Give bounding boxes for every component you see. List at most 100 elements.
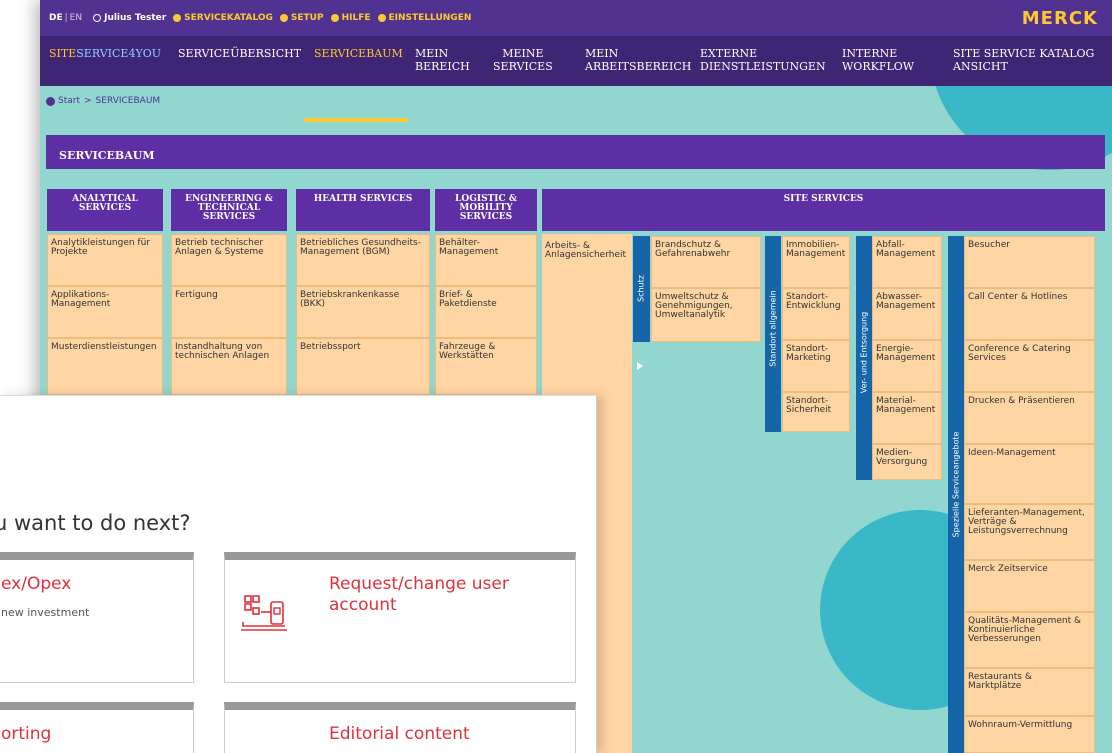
page-title: SERVICEBAUM xyxy=(46,135,1105,169)
gear-icon xyxy=(279,14,288,22)
service-cell[interactable]: Merck Zeitservice xyxy=(964,560,1095,612)
brand-service4you: SERVICE4YOU xyxy=(76,47,161,60)
service-cell[interactable]: Restaurants & Marktplätze xyxy=(964,668,1095,716)
next-action-heading: u want to do next? xyxy=(0,511,191,535)
breadcrumb-separator: > xyxy=(84,96,92,106)
service-cell[interactable]: Standort- Marketing xyxy=(782,340,850,392)
category-bar-standort: Standort allgemein xyxy=(765,236,781,432)
link-servicekatalog[interactable]: SERVICEKATALOG xyxy=(173,13,273,23)
service-cell[interactable]: Betrieb technischer Anlagen & Systeme xyxy=(171,234,287,286)
card-title: Request/change user account xyxy=(329,574,509,615)
user-name: Julius Tester xyxy=(104,13,167,23)
nav-externe-dienstleistungen[interactable]: EXTERNE DIENSTLEISTUNGEN xyxy=(700,47,826,73)
service-cell[interactable]: Betriebskrankenkasse (BKK) xyxy=(296,286,430,338)
card-subtitle: new investment xyxy=(1,606,90,619)
nav-serviceuebersicht[interactable]: SERVICEÜBERSICHT xyxy=(178,47,301,60)
breadcrumb-current: SERVICEBAUM xyxy=(95,96,161,106)
nav-brand[interactable]: SITESERVICE4YOU xyxy=(49,47,161,60)
top-utility-bar: DE | EN Julius Tester SERVICEKATALOG SET… xyxy=(40,0,1112,36)
card-title: Editorial content xyxy=(329,724,470,744)
service-cell[interactable]: Drucken & Präsentieren xyxy=(964,392,1095,444)
main-navigation: SITESERVICE4YOU SERVICEÜBERSICHT SERVICE… xyxy=(40,36,1112,122)
card-editorial-content[interactable]: Editorial content xyxy=(224,702,576,753)
service-cell[interactable]: Betriebliches Gesundheits-Management (BG… xyxy=(296,234,430,286)
card-title: ex/Opex xyxy=(1,574,72,594)
service-cell[interactable]: Musterdienstleistungen xyxy=(47,338,163,395)
service-cell[interactable]: Arbeits- & Anlagensicherheit xyxy=(542,234,632,354)
card-capex-opex[interactable]: ex/Opex new investment xyxy=(0,552,194,683)
nav-mein-arbeitsbereich[interactable]: MEIN ARBEITSBEREICH xyxy=(585,47,691,73)
service-cell[interactable]: Conference & Catering Services xyxy=(964,340,1095,392)
brand-site: SITE xyxy=(49,47,77,60)
service-cell[interactable]: Qualitäts-Management & Kontinuierliche V… xyxy=(964,612,1095,668)
category-label: Spezielle Serviceangebote xyxy=(951,431,961,538)
breadcrumb: Start > SERVICEBAUM xyxy=(46,96,160,106)
user-icon xyxy=(93,14,102,22)
link-einstellungen[interactable]: EINSTELLUNGEN xyxy=(377,13,472,23)
service-cell[interactable]: Medien- Versorgung xyxy=(872,444,942,480)
settings-icon xyxy=(377,14,386,22)
service-cell[interactable]: Betriebssport xyxy=(296,338,430,395)
category-label: Schutz xyxy=(636,275,646,302)
help-icon xyxy=(330,14,339,22)
lang-switch: DE | EN xyxy=(49,13,82,23)
service-cell[interactable]: Material- Management xyxy=(872,392,942,444)
user-menu[interactable]: Julius Tester xyxy=(93,13,166,23)
service-cell[interactable]: Besucher xyxy=(964,236,1095,288)
column-header-analytical: ANALYTICAL SERVICES xyxy=(47,189,163,231)
service-cell[interactable]: Abfall- Management xyxy=(872,236,942,288)
service-cell[interactable]: Standort- Entwicklung xyxy=(782,288,850,340)
category-bar-spezielle-serviceangebote: Spezielle Serviceangebote xyxy=(948,236,964,753)
category-bar-schutz: Schutz xyxy=(633,236,650,342)
category-label: Ver- und Entsorgung xyxy=(859,311,869,394)
column-header-site-services: SITE SERVICES xyxy=(542,189,1105,231)
service-cell[interactable]: Applikations- Management xyxy=(47,286,163,338)
service-cell[interactable]: Immobilien- Management xyxy=(782,236,850,288)
service-cell[interactable]: Umweltschutz & Genehmigungen, Umweltanal… xyxy=(651,288,761,342)
home-icon xyxy=(46,96,55,106)
lang-en[interactable]: EN xyxy=(70,13,82,23)
card-request-change-user-account[interactable]: Request/change user account xyxy=(224,552,576,683)
card-title: orting xyxy=(1,724,52,744)
service-cell[interactable]: Lieferanten-Management, Verträge & Leist… xyxy=(964,504,1095,560)
service-cell[interactable]: Wohnraum-Vermittlung xyxy=(964,716,1095,753)
nav-meine-services[interactable]: MEINE SERVICES xyxy=(493,47,553,73)
link-label: SETUP xyxy=(290,13,324,23)
service-cell[interactable]: Brandschutz & Gefahrenabwehr xyxy=(651,236,761,288)
nav-interne-workflow[interactable]: INTERNE WORKFLOW xyxy=(842,47,914,73)
service-cell[interactable]: Instandhaltung von technischen Anlagen xyxy=(171,338,287,395)
service-cell[interactable]: Ideen-Management xyxy=(964,444,1095,504)
link-hilfe[interactable]: HILFE xyxy=(330,13,371,23)
user-account-icon xyxy=(241,595,287,631)
column-header-logistic: LOGISTIC & MOBILITY SERVICES xyxy=(435,189,537,231)
nav-mein-bereich[interactable]: MEIN BEREICH xyxy=(415,47,470,73)
link-label: EINSTELLUNGEN xyxy=(388,13,472,23)
merck-logo[interactable]: MERCK xyxy=(1022,8,1098,29)
column-header-health: HEALTH SERVICES xyxy=(296,189,430,231)
service-cell[interactable]: Brief- & Paketdienste xyxy=(435,286,537,338)
cursor-icon xyxy=(637,362,643,370)
service-cell[interactable]: Abwasser- Management xyxy=(872,288,942,340)
lang-de[interactable]: DE xyxy=(49,13,63,23)
service-cell[interactable]: Call Center & Hotlines xyxy=(964,288,1095,340)
catalog-icon xyxy=(173,14,182,22)
service-cell[interactable]: Analytikleistungen für Projekte xyxy=(47,234,163,286)
lang-separator: | xyxy=(64,13,68,23)
service-cell[interactable]: Fahrzeuge & Werkstätten xyxy=(435,338,537,395)
card-reporting[interactable]: orting xyxy=(0,702,194,753)
nav-site-service-katalog-ansicht[interactable]: SITE SERVICE KATALOG ANSICHT xyxy=(953,47,1094,73)
category-label: Standort allgemein xyxy=(768,290,778,367)
link-label: SERVICEKATALOG xyxy=(184,13,273,23)
service-cell[interactable]: Energie- Management xyxy=(872,340,942,392)
link-setup[interactable]: SETUP xyxy=(279,13,324,23)
link-label: HILFE xyxy=(341,13,371,23)
service-cell[interactable]: Behälter- Management xyxy=(435,234,537,286)
next-action-panel: u want to do next? ex/Opex new investmen… xyxy=(0,395,597,753)
active-tab-indicator xyxy=(304,118,408,122)
nav-servicebaum[interactable]: SERVICEBAUM xyxy=(314,47,403,60)
service-cell[interactable]: Fertigung xyxy=(171,286,287,338)
service-cell[interactable]: Standort- Sicherheit xyxy=(782,392,850,432)
column-header-engineering: ENGINEERING & TECHNICAL SERVICES xyxy=(171,189,287,231)
category-bar-ver-entsorgung: Ver- und Entsorgung xyxy=(856,236,872,480)
breadcrumb-start[interactable]: Start xyxy=(58,96,80,106)
